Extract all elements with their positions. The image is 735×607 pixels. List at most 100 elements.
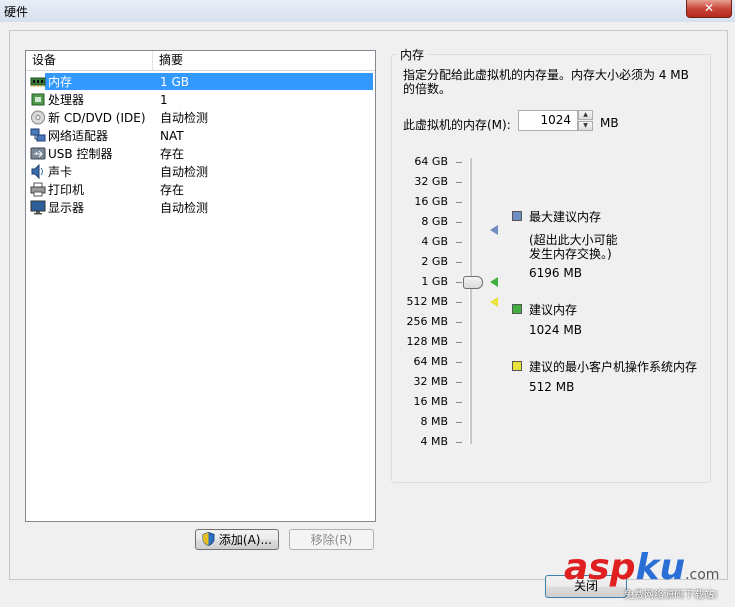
memory-size-label: 此虚拟机的内存(M): bbox=[403, 118, 511, 132]
scale-tick-label: 8 GB bbox=[421, 215, 448, 228]
memory-size-value: 1024 bbox=[540, 113, 571, 127]
title-bar: 硬件 bbox=[0, 0, 735, 22]
spin-down-button[interactable]: ▼ bbox=[578, 121, 593, 131]
scale-tick-label: 64 MB bbox=[413, 355, 448, 368]
watermark-tld: .com bbox=[685, 567, 720, 583]
device-row-cd-dvd[interactable]: 新 CD/DVD (IDE) 自动检测 bbox=[26, 109, 375, 127]
remove-device-button[interactable]: 移除(R) bbox=[289, 529, 374, 550]
scale-tick-mark bbox=[456, 322, 462, 323]
sound-card-icon bbox=[31, 164, 43, 179]
device-summary: 1 GB bbox=[160, 75, 189, 89]
scale-tick-label: 4 MB bbox=[420, 435, 448, 448]
scale-tick-mark bbox=[456, 442, 462, 443]
recommended-legend-value: 1024 MB bbox=[529, 323, 582, 337]
usb-icon bbox=[30, 147, 46, 160]
device-summary: 存在 bbox=[160, 147, 185, 161]
device-name: 处理器 bbox=[48, 93, 85, 107]
max-legend-note-line2: 发生内存交换。) bbox=[529, 247, 612, 261]
add-device-button[interactable]: 添加(A)... bbox=[195, 529, 279, 550]
device-row-memory[interactable]: 内存 1 GB bbox=[26, 73, 375, 91]
scale-tick-label: 16 GB bbox=[414, 195, 448, 208]
scale-tick-label: 512 MB bbox=[406, 295, 448, 308]
device-name: 显示器 bbox=[48, 201, 85, 215]
scale-tick-mark bbox=[456, 202, 462, 203]
scale-tick-mark bbox=[456, 222, 462, 223]
max-legend-swatch bbox=[512, 211, 522, 221]
device-summary: 1 bbox=[160, 93, 168, 107]
memory-group-title: 内存 bbox=[397, 46, 428, 63]
window-close-button[interactable]: ✕ bbox=[686, 0, 732, 18]
memory-slider-thumb[interactable] bbox=[463, 276, 483, 289]
device-row-sound-card[interactable]: 声卡 自动检测 bbox=[26, 163, 375, 181]
max-legend-title: 最大建议内存 bbox=[529, 210, 602, 224]
device-name: 网络适配器 bbox=[48, 129, 109, 143]
scale-tick-mark bbox=[456, 362, 462, 363]
memory-icon bbox=[30, 77, 46, 87]
device-name: 声卡 bbox=[48, 165, 73, 179]
device-list[interactable]: 设备 摘要 内存 1 GB 处理器 1 新 CD/DVD (IDE) 自动检测 bbox=[25, 50, 376, 522]
device-name: 内存 bbox=[48, 75, 73, 89]
uac-shield-icon bbox=[202, 531, 215, 547]
scale-tick-mark bbox=[456, 402, 462, 403]
device-name: 打印机 bbox=[48, 183, 85, 197]
memory-spinner[interactable]: ▲ ▼ bbox=[578, 110, 593, 131]
display-icon bbox=[30, 200, 46, 215]
device-summary: 自动检测 bbox=[160, 111, 209, 125]
column-header-summary[interactable]: 摘要 bbox=[153, 51, 359, 70]
min-legend-swatch bbox=[512, 361, 522, 371]
window-title: 硬件 bbox=[4, 5, 29, 19]
scale-tick-mark bbox=[456, 182, 462, 183]
add-button-label: 添加(A)... bbox=[218, 533, 272, 547]
watermark-logo: aspku.com 免费网络源码下载站! bbox=[560, 546, 735, 607]
recommended-marker bbox=[490, 277, 498, 287]
scale-tick-mark bbox=[456, 162, 462, 163]
scale-tick-mark bbox=[456, 342, 462, 343]
device-row-printer[interactable]: 打印机 存在 bbox=[26, 181, 375, 199]
spin-up-button[interactable]: ▲ bbox=[578, 110, 593, 120]
device-summary: 存在 bbox=[160, 183, 185, 197]
min-legend-value: 512 MB bbox=[529, 380, 575, 394]
device-row-processor[interactable]: 处理器 1 bbox=[26, 91, 375, 109]
scale-tick-label: 32 GB bbox=[414, 175, 448, 188]
device-name: 新 CD/DVD (IDE) bbox=[48, 111, 146, 125]
device-row-network-adapter[interactable]: 网络适配器 NAT bbox=[26, 127, 375, 145]
scale-tick-label: 256 MB bbox=[406, 315, 448, 328]
cd-dvd-icon bbox=[31, 110, 45, 125]
memory-scale: 64 GB 32 GB 16 GB 8 GB 4 GB 2 GB 1 GB 51… bbox=[388, 155, 448, 455]
recommended-legend-swatch bbox=[512, 304, 522, 314]
close-icon: ✕ bbox=[703, 1, 715, 15]
scale-tick-label: 4 GB bbox=[421, 235, 448, 248]
printer-icon bbox=[30, 182, 46, 197]
device-row-usb-controller[interactable]: USB 控制器 存在 bbox=[26, 145, 375, 163]
memory-slider-track[interactable] bbox=[469, 158, 472, 444]
watermark-brand-blue: ku bbox=[635, 547, 686, 588]
device-summary: 自动检测 bbox=[160, 165, 209, 179]
scale-tick-mark bbox=[456, 422, 462, 423]
min-recommended-marker bbox=[490, 297, 498, 307]
device-summary: 自动检测 bbox=[160, 201, 209, 215]
device-name: USB 控制器 bbox=[48, 147, 113, 161]
cpu-icon bbox=[31, 93, 45, 106]
memory-description: 指定分配给此虚拟机的内存量。内存大小必须为 4 MB 的倍数。 bbox=[403, 68, 689, 96]
watermark-brand-red: asp bbox=[564, 547, 636, 588]
device-summary: NAT bbox=[160, 129, 184, 143]
scale-tick-mark bbox=[456, 262, 462, 263]
device-row-display[interactable]: 显示器 自动检测 bbox=[26, 199, 375, 217]
scale-tick-mark bbox=[456, 302, 462, 303]
scale-tick-label: 1 GB bbox=[421, 275, 448, 288]
scale-tick-label: 32 MB bbox=[413, 375, 448, 388]
scale-tick-label: 16 MB bbox=[413, 395, 448, 408]
scale-tick-mark bbox=[456, 282, 462, 283]
scale-tick-mark bbox=[456, 382, 462, 383]
memory-size-input[interactable]: 1024 bbox=[518, 110, 578, 131]
scale-tick-label: 128 MB bbox=[406, 335, 448, 348]
memory-unit-label: MB bbox=[600, 116, 619, 130]
selection-highlight bbox=[45, 73, 373, 90]
network-adapter-icon bbox=[30, 128, 46, 142]
min-legend-title: 建议的最小客户机操作系统内存 bbox=[529, 360, 698, 374]
scale-tick-label: 8 MB bbox=[420, 415, 448, 428]
scale-tick-mark bbox=[456, 242, 462, 243]
watermark-tagline: 免费网络源码下载站! bbox=[624, 590, 719, 601]
scale-tick-label: 64 GB bbox=[414, 155, 448, 168]
column-header-device[interactable]: 设备 bbox=[26, 51, 153, 70]
